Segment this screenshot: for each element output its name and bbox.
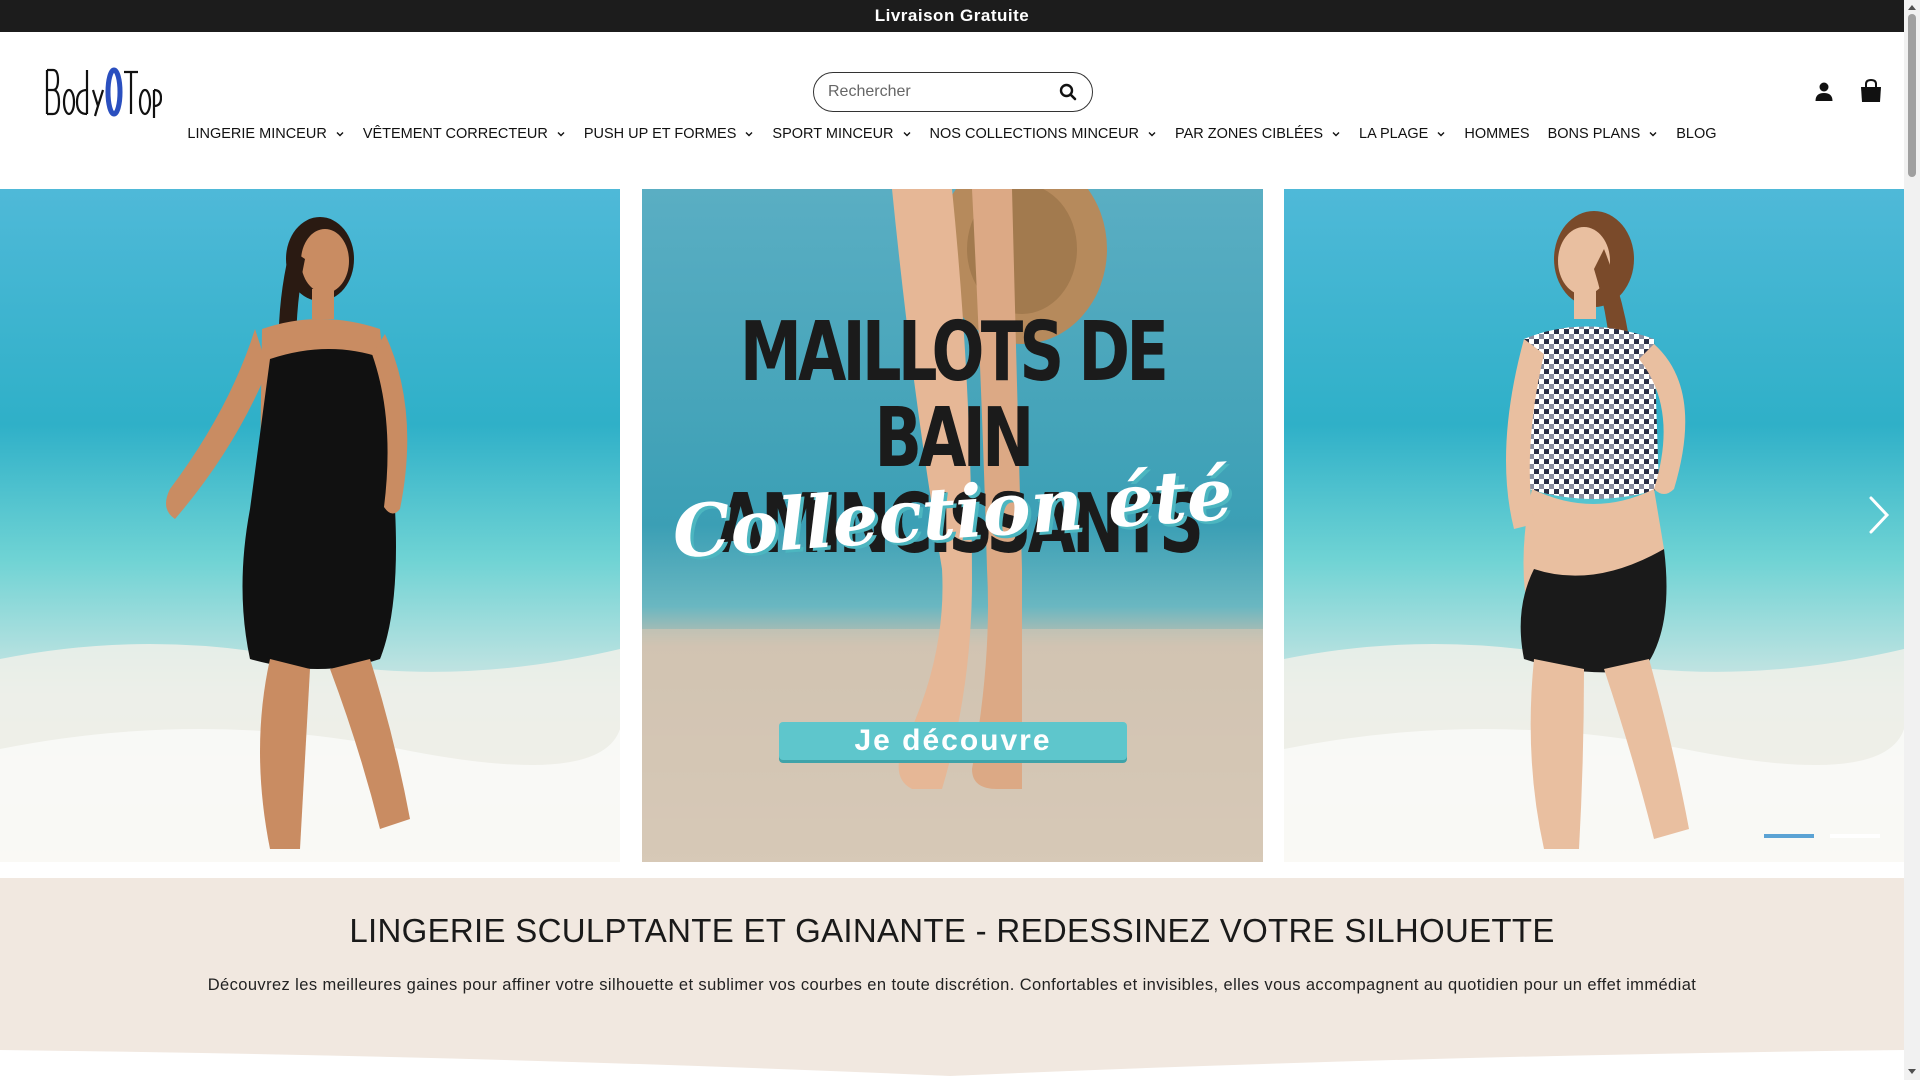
chevron-down-icon — [1649, 132, 1657, 137]
nav-item-label: LINGERIE MINCEUR — [187, 126, 327, 142]
section-divider — [0, 1036, 1904, 1080]
intro-text: Découvrez les meilleures gaines pour aff… — [207, 976, 1697, 994]
intro-section: LINGERIE SCULPTANTE ET GAINANTE - REDESS… — [0, 878, 1904, 1036]
nav-item-7[interactable]: HOMMES — [1455, 126, 1538, 142]
hero-image-left[interactable] — [0, 189, 620, 862]
nav-item-label: SPORT MINCEUR — [772, 126, 894, 142]
nav-item-label: VÊTEMENT CORRECTEUR — [362, 126, 548, 142]
chevron-down-icon — [1332, 132, 1340, 137]
nav-item-label: HOMMES — [1464, 126, 1530, 142]
chevron-down-icon — [1148, 132, 1156, 137]
nav-item-label: NOS COLLECTIONS MINCEUR — [929, 126, 1140, 142]
chevron-down-icon — [745, 132, 753, 137]
nav-item-6[interactable]: LA PLAGE — [1350, 126, 1455, 142]
nav-item-1[interactable]: VÊTEMENT CORRECTEUR — [354, 126, 575, 142]
carousel-dot-2[interactable] — [1830, 834, 1880, 838]
cart-icon[interactable] — [1858, 78, 1884, 104]
nav-item-label: LA PLAGE — [1359, 126, 1429, 142]
announcement-text: Livraison Gratuite — [874, 6, 1030, 25]
scrollbar-thumb[interactable] — [1908, 14, 1916, 177]
chevron-down-icon — [1437, 132, 1445, 137]
nav-item-2[interactable]: PUSH UP ET FORMES — [575, 126, 764, 142]
hero-cta-button[interactable]: Je découvre — [779, 722, 1127, 760]
nav-item-label: PAR ZONES CIBLÉES — [1175, 126, 1324, 142]
nav-item-4[interactable]: NOS COLLECTIONS MINCEUR — [921, 126, 1166, 142]
hero-headline-line1: MAILLOTS DE BAIN — [739, 305, 1169, 486]
hero-image-right[interactable] — [1284, 189, 1904, 862]
carousel-dot-1[interactable] — [1764, 834, 1814, 838]
nav-item-3[interactable]: SPORT MINCEUR — [763, 126, 920, 142]
chevron-down-icon — [336, 132, 344, 137]
main-nav-list: LINGERIE MINCEUR VÊTEMENT CORRECTEUR PUSH … — [178, 89, 1725, 179]
nav-item-label: BONS PLANS — [1547, 126, 1641, 142]
nav-item-8[interactable]: BONS PLANS — [1539, 126, 1668, 142]
carousel-next-chevron-right-icon[interactable] — [1866, 495, 1892, 535]
nav-item-9[interactable]: BLOG — [1667, 126, 1725, 142]
scroll-up-arrow-icon[interactable] — [1907, 3, 1917, 11]
announcement-bar: Livraison Gratuite — [0, 0, 1904, 32]
nav-item-label: PUSH UP ET FORMES — [583, 126, 737, 142]
nav-item-0[interactable]: LINGERIE MINCEUR — [178, 126, 353, 142]
scroll-down-arrow-icon[interactable] — [1907, 1068, 1917, 1076]
chevron-down-icon — [557, 132, 565, 137]
nav-item-label: BLOG — [1676, 126, 1717, 142]
intro-title: LINGERIE SCULPTANTE ET GAINANTE - REDESS… — [349, 912, 1555, 949]
user-icon[interactable] — [1812, 80, 1836, 104]
carousel-pagination — [1764, 834, 1880, 838]
nav-item-5[interactable]: PAR ZONES CIBLÉES — [1166, 126, 1350, 142]
brand-logo[interactable] — [44, 66, 162, 118]
chevron-down-icon — [903, 132, 911, 137]
